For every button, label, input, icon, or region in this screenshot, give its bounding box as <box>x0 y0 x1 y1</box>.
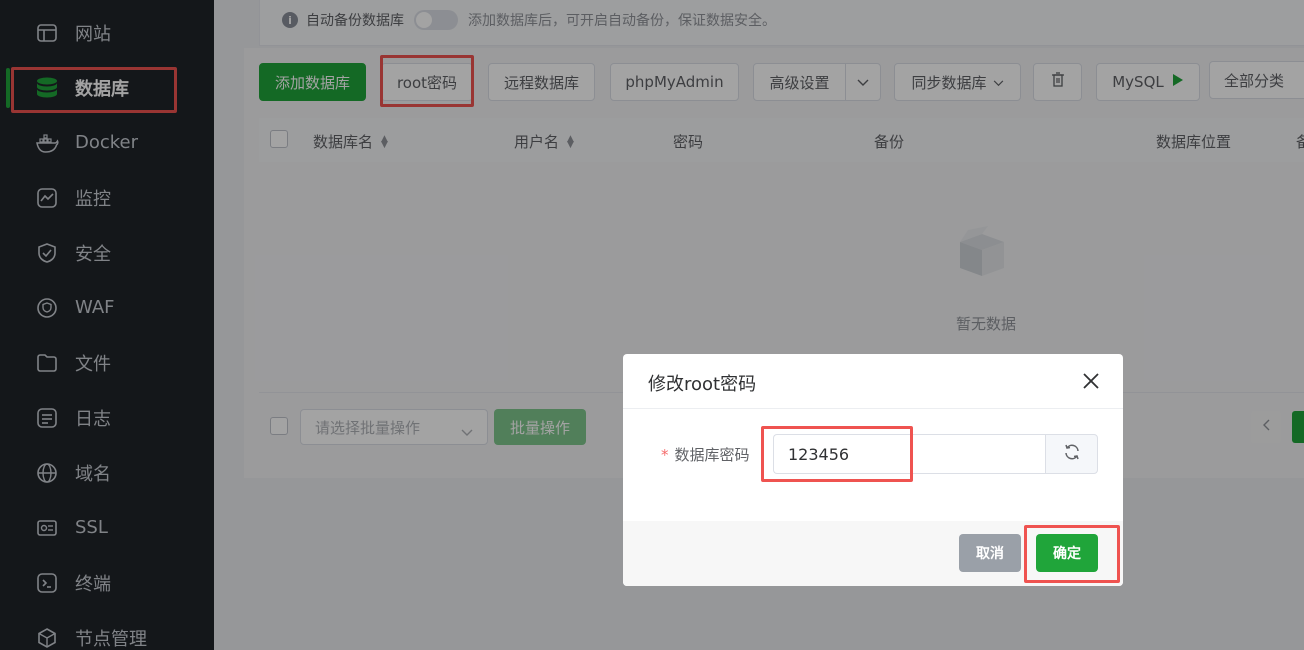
close-icon[interactable] <box>1081 371 1101 391</box>
root-password-dialog: 修改root密码 * 数据库密码 取消 确定 <box>623 354 1123 586</box>
refresh-icon <box>1063 443 1081 465</box>
field-label-text: 数据库密码 <box>674 446 750 464</box>
password-field-label: * 数据库密码 <box>661 444 750 465</box>
dialog-footer: 取消 确定 <box>623 521 1123 586</box>
password-input[interactable] <box>773 434 1047 474</box>
regenerate-password-button[interactable] <box>1045 434 1098 474</box>
cancel-button[interactable]: 取消 <box>959 534 1021 572</box>
confirm-button[interactable]: 确定 <box>1036 534 1098 572</box>
dialog-title: 修改root密码 <box>648 374 757 395</box>
required-mark: * <box>661 446 669 464</box>
dialog-header: 修改root密码 <box>623 354 1123 409</box>
